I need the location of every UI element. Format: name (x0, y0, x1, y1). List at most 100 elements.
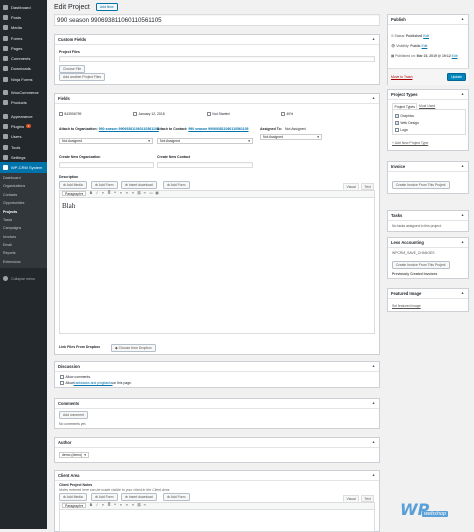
edit-status-link[interactable]: Edit (423, 34, 429, 38)
submenu-opportunities[interactable]: Opportunities (0, 199, 47, 207)
allow-comments-checkbox[interactable]: Allow comments. (60, 375, 91, 379)
collapse-toggle-icon[interactable]: ▲ (371, 473, 376, 477)
client-paragraph-format-select[interactable]: Paragraph ▾ (62, 503, 86, 509)
paragraph-format-select[interactable]: Paragraph ▾ (62, 191, 86, 197)
unlink-icon[interactable]: ✂ (142, 503, 148, 508)
project-files-input[interactable] (59, 56, 375, 62)
sidebar-item-users[interactable]: Users (0, 132, 47, 142)
sidebar-item-woocommerce[interactable]: WooCommerce (0, 87, 47, 97)
less-create-invoice-button[interactable]: Create Invoice From This Project (392, 261, 450, 270)
trackbacks-link[interactable]: trackbacks and pingbacks (74, 381, 113, 385)
sidebar-item-plugins[interactable]: Plugins 1 (0, 121, 47, 131)
submenu-projects[interactable]: Projects (0, 207, 47, 215)
client-add-media-button[interactable]: ⊕ Add Media (59, 493, 87, 502)
allow-trackbacks-checkbox[interactable]: Allow trackbacks and pingbacks on this p… (60, 381, 132, 385)
edit-published-link[interactable]: Edit (452, 54, 458, 58)
collapse-toggle-icon[interactable]: ▲ (371, 96, 376, 100)
add-form-2-button[interactable]: ⊕ Add Form (163, 181, 190, 190)
add-new-project-type-link[interactable]: + Add New Project Type (392, 141, 428, 145)
submenu-extensions[interactable]: Extensions (0, 258, 47, 266)
insert-download-button[interactable]: ⊕ Insert download (121, 181, 157, 190)
collapse-toggle-icon[interactable]: ▲ (460, 240, 465, 244)
sidebar-item-products[interactable]: Products (0, 98, 47, 108)
sidebar-item-dashboard[interactable]: Dashboard (0, 2, 47, 12)
collapse-toggle-icon[interactable]: ▲ (371, 37, 376, 41)
collapse-toggle-icon[interactable]: ▲ (371, 440, 376, 444)
featured-image-box: Featured Image ▲ Set featured image (387, 288, 469, 312)
contact-select[interactable]: Not Assigned ▾ (157, 138, 253, 144)
sidebar-item-media[interactable]: Media (0, 23, 47, 33)
post-title-input[interactable]: 990 season 990693811060110561105 (54, 14, 380, 26)
client-notes-editor[interactable]: Paragraph ▾ B I ≡ ≣ ❝ ≡ ≡ ≡ ⛓ ✂ (59, 502, 375, 532)
collapse-toggle-icon[interactable]: ▲ (460, 92, 465, 96)
collapse-toggle-icon[interactable]: ▲ (460, 164, 465, 168)
collapse-toggle-icon[interactable]: ▲ (371, 364, 376, 368)
sidebar-item-ninja-forms[interactable]: Ninja Forms (0, 74, 47, 84)
submenu-email[interactable]: Email (0, 241, 47, 249)
project-status-field[interactable]: Not Started (207, 112, 230, 116)
project-type-logo[interactable]: Logo (395, 128, 408, 132)
attach-contact-link[interactable]: 990 season 990693811060110561105 (188, 127, 248, 131)
organization-select[interactable]: Not Assigned ▾ (59, 138, 153, 144)
client-insert-download-button[interactable]: ⊕ Insert download (121, 493, 157, 502)
visual-tab[interactable]: Visual (343, 183, 360, 190)
sidebar-item-appearance[interactable]: Appearance (0, 111, 47, 121)
collapse-toggle-icon[interactable]: ▲ (460, 17, 465, 21)
project-progress-field[interactable]: 40% (281, 112, 293, 116)
project-type-web-design[interactable]: ✓ Web Design (395, 121, 419, 125)
users-icon (3, 134, 8, 140)
client-text-tab[interactable]: Text (361, 495, 375, 502)
create-contact-input[interactable] (157, 162, 253, 168)
collapse-toggle-icon[interactable]: ▲ (460, 291, 465, 295)
sidebar-item-settings[interactable]: Settings (0, 152, 47, 162)
project-type-graphics[interactable]: ✓ Graphics (395, 114, 414, 118)
create-org-input[interactable] (59, 162, 154, 168)
add-another-file-button[interactable]: Add another Project Files (59, 73, 106, 82)
client-add-form-button[interactable]: ⊕ Add Form (91, 493, 118, 502)
move-to-trash-link[interactable]: Move to Trash (391, 75, 412, 79)
allow-comments-label: Allow comments. (65, 375, 92, 379)
add-media-button[interactable]: ⊕ Add Media (59, 181, 87, 190)
submenu-contacts[interactable]: Contacts (0, 191, 47, 199)
visibility-value: Public (410, 44, 421, 48)
insert-download-label: Insert download (128, 183, 153, 188)
create-invoice-button[interactable]: Create Invoice From This Project (392, 181, 450, 190)
assigned-to-select[interactable]: Not Assigned ▾ (260, 134, 322, 140)
submenu-campaigns[interactable]: Campaigns (0, 224, 47, 232)
toolbar-toggle-icon[interactable]: ▦ (154, 191, 160, 196)
collapse-menu-button[interactable]: Collapse menu (0, 276, 35, 281)
client-add-form-2-button[interactable]: ⊕ Add Form (163, 493, 190, 502)
sidebar-item-tools[interactable]: Tools (0, 142, 47, 152)
sidebar-item-posts[interactable]: Posts (0, 12, 47, 22)
collapse-toggle-icon[interactable]: ▲ (371, 401, 376, 405)
submenu-tasks[interactable]: Tasks (0, 216, 47, 224)
submenu-organizations[interactable]: Organizations (0, 182, 47, 190)
text-tab[interactable]: Text (361, 183, 375, 190)
client-visual-tab[interactable]: Visual (343, 495, 360, 502)
update-button[interactable]: Update (447, 73, 466, 82)
sidebar-item-comments[interactable]: Comments (0, 53, 47, 63)
attach-org-link[interactable]: 990 season 990693811060110561105 (99, 127, 159, 131)
tab-most-used[interactable]: Most Used (419, 104, 435, 108)
sidebar-item-downloads[interactable]: Downloads (0, 64, 47, 74)
sidebar-item-forms[interactable]: Forms (0, 33, 47, 43)
edit-visibility-link[interactable]: Edit (421, 44, 427, 48)
submenu-dashboard[interactable]: Dashboard (0, 174, 47, 182)
submenu-invoices[interactable]: Invoices (0, 232, 47, 240)
publish-date-row: ▦ Published on: Mar 23, 2019 @ 19:12 Edi… (391, 54, 467, 58)
project-date: January 12, 2018 (138, 112, 165, 116)
client-notes-description: Notes entered here can be made visible t… (59, 488, 171, 492)
add-form-button[interactable]: ⊕ Add Form (91, 181, 118, 190)
submenu-reports[interactable]: Reports (0, 249, 47, 257)
collapse-toggle-icon[interactable]: ▲ (460, 213, 465, 217)
client-paragraph-format-value: Paragraph (65, 503, 81, 508)
set-featured-image-link[interactable]: Set featured image (392, 304, 421, 308)
sidebar-item-pages[interactable]: Pages (0, 43, 47, 53)
sidebar-item-wp-crm-system[interactable]: WP-CRM System (0, 162, 47, 173)
description-editor[interactable]: Paragraph ▾ B I ≡ ≣ ❝ ≡ ≡ ≡ ⛓ ✂ ▭ ▦ Blah (59, 190, 375, 334)
add-comment-button[interactable]: Add comment (59, 411, 88, 420)
author-select[interactable]: demo (demo) ▾ (59, 452, 89, 458)
choose-from-dropbox-button[interactable]: ◆ Choose from Dropbox (111, 344, 156, 353)
add-new-button[interactable]: Add New (95, 3, 118, 12)
project-date-field[interactable]: January 12, 2018 (133, 112, 165, 116)
